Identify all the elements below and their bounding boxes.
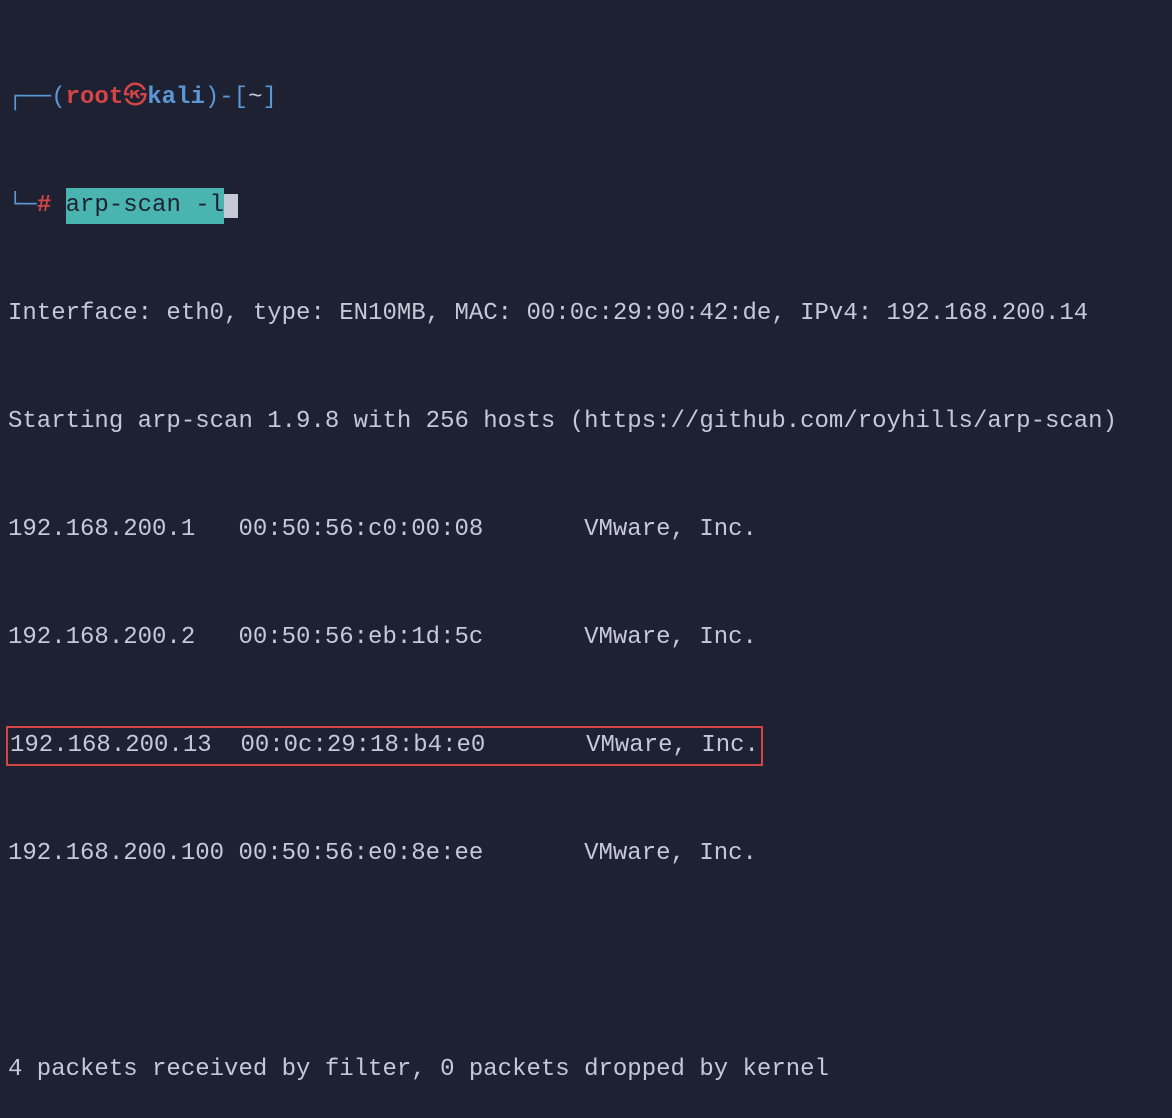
result-row-3-highlighted: 192.168.200.13 00:0c:29:18:b4:e0 VMware,… (8, 728, 1164, 764)
prompt-path: ~ (248, 80, 262, 116)
prompt-hash: # (37, 188, 51, 224)
prompt-paren-open: ( (51, 80, 65, 116)
result-row-4: 192.168.200.100 00:50:56:e0:8e:ee VMware… (8, 836, 1164, 872)
prompt-skull-icon: ㉿ (123, 80, 147, 116)
prompt-bracket-open: [ (234, 80, 248, 116)
output-starting: Starting arp-scan 1.9.8 with 256 hosts (… (8, 404, 1164, 440)
prompt-host: kali (147, 80, 205, 116)
blank-line (8, 944, 1164, 980)
prompt-paren-close: ) (205, 80, 219, 116)
terminal-output: ┌──(root㉿kali)-[~] └─# arp-scan -l Inter… (8, 8, 1164, 1118)
prompt-line-1: ┌──(root㉿kali)-[~] (8, 80, 1164, 116)
prompt-line-2: └─# arp-scan -l (8, 188, 1164, 224)
output-packets: 4 packets received by filter, 0 packets … (8, 1052, 1164, 1088)
result-row-1: 192.168.200.1 00:50:56:c0:00:08 VMware, … (8, 512, 1164, 548)
result-row-2: 192.168.200.2 00:50:56:eb:1d:5c VMware, … (8, 620, 1164, 656)
command-name[interactable]: arp-scan (66, 188, 181, 224)
prompt-space (51, 188, 65, 224)
prompt-corner-top: ┌── (8, 80, 51, 116)
result-row-3-text: 192.168.200.13 00:0c:29:18:b4:e0 VMware,… (10, 732, 759, 759)
prompt-bracket-close: ] (262, 80, 276, 116)
prompt-user: root (66, 80, 124, 116)
cursor-icon (224, 194, 238, 218)
output-interface: Interface: eth0, type: EN10MB, MAC: 00:0… (8, 296, 1164, 332)
prompt-corner-bot: └─ (8, 188, 37, 224)
prompt-dash: - (219, 80, 233, 116)
command-arg[interactable]: -l (181, 188, 224, 224)
